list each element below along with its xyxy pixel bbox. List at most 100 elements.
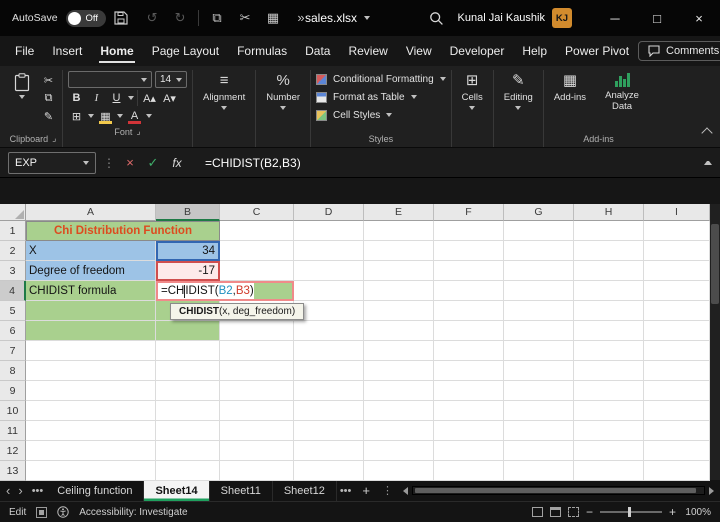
cell[interactable] [504,281,574,301]
column-header-b[interactable]: B [156,204,220,221]
cell[interactable] [574,301,644,321]
cell[interactable] [574,241,644,261]
cell[interactable] [434,221,504,241]
autosave-toggle[interactable]: Off [66,10,107,27]
cell[interactable] [294,421,364,441]
fill-color-icon[interactable]: ▦ [97,108,114,124]
dialog-launcher-icon[interactable]: ⌟ [52,133,56,144]
cell[interactable] [574,381,644,401]
cell-a3[interactable]: Degree of freedom [26,261,156,281]
tab-home[interactable]: Home [91,36,142,66]
cell[interactable] [220,221,294,241]
cell[interactable] [434,461,504,481]
cell[interactable] [364,321,434,341]
search-icon[interactable] [422,11,452,26]
cell[interactable] [220,381,294,401]
cell[interactable] [220,241,294,261]
cell[interactable] [504,401,574,421]
cell[interactable] [644,281,710,301]
accessibility-status[interactable]: Accessibility: Investigate [79,507,187,518]
cell[interactable] [294,281,364,301]
dialog-launcher-icon[interactable]: ⌟ [136,126,140,137]
row-header[interactable]: 12 [0,441,26,461]
cells-button[interactable]: ⊞ Cells [457,70,488,113]
cell[interactable] [504,361,574,381]
column-header-h[interactable]: H [574,204,644,221]
cell[interactable] [434,241,504,261]
page-break-view-icon[interactable] [568,507,579,517]
cell[interactable] [574,261,644,281]
alignment-button[interactable]: ≡ Alignment [198,70,250,113]
cell[interactable] [574,461,644,481]
row-header[interactable]: 11 [0,421,26,441]
maximize-button[interactable]: □ [636,0,678,36]
tab-splitter-icon[interactable]: ⋮ [378,480,397,501]
sheet-list-more-icon[interactable]: ••• [29,480,47,501]
row-header[interactable]: 10 [0,401,26,421]
cell[interactable] [220,341,294,361]
enter-icon[interactable]: ✓ [145,155,161,171]
close-button[interactable]: × [678,0,720,36]
cell[interactable] [364,241,434,261]
cell[interactable] [434,341,504,361]
collapse-ribbon-icon[interactable] [701,127,712,138]
cell[interactable] [364,461,434,481]
cell[interactable] [644,241,710,261]
cell[interactable] [364,341,434,361]
table-icon[interactable]: ▦ [263,8,283,28]
cell[interactable] [644,221,710,241]
column-header-c[interactable]: C [220,204,294,221]
select-all-corner[interactable] [0,204,26,221]
row-header[interactable]: 13 [0,461,26,481]
cell[interactable] [504,221,574,241]
cell-styles-button[interactable]: Cell Styles [316,106,392,124]
cell[interactable] [434,321,504,341]
cell[interactable] [644,401,710,421]
cell[interactable] [434,381,504,401]
undo-icon[interactable]: ↺ [142,8,162,28]
cell[interactable] [644,421,710,441]
font-color-icon[interactable]: A [126,108,143,124]
editing-button[interactable]: ✎ Editing [499,70,538,113]
cell[interactable] [294,221,364,241]
cell[interactable] [644,461,710,481]
cell[interactable] [26,461,156,481]
tab-view[interactable]: View [397,36,441,66]
cell[interactable] [26,401,156,421]
cell[interactable] [220,401,294,421]
tab-developer[interactable]: Developer [441,36,514,66]
cell[interactable] [504,461,574,481]
row-header[interactable]: 8 [0,361,26,381]
format-as-table-button[interactable]: Format as Table [316,88,417,106]
font-size-combo[interactable]: 14 [155,71,187,88]
cell-a6[interactable] [26,321,156,341]
cell-b4-edit-box[interactable]: =CH IDIST( B2 , B3 ) [156,281,294,301]
cell[interactable] [220,421,294,441]
cell[interactable] [364,281,434,301]
cell[interactable] [644,361,710,381]
row-header[interactable]: 3 [0,261,26,281]
sheet-tab-sheet14[interactable]: Sheet14 [144,480,209,501]
cell[interactable] [294,441,364,461]
cell[interactable] [574,421,644,441]
name-box-resizer[interactable]: ⋮ [103,156,115,170]
cell[interactable] [434,421,504,441]
row-header[interactable]: 1 [0,221,26,241]
name-box[interactable]: EXP [8,152,96,174]
tab-review[interactable]: Review [339,36,396,66]
cell[interactable] [156,381,220,401]
cell[interactable] [364,381,434,401]
cell[interactable] [156,341,220,361]
row-header[interactable]: 4 [0,281,26,301]
cell[interactable] [294,341,364,361]
cell[interactable] [644,381,710,401]
cell[interactable] [504,241,574,261]
cancel-icon[interactable]: × [122,155,138,170]
cell[interactable] [220,261,294,281]
cell[interactable] [644,441,710,461]
paste-button[interactable] [9,70,35,102]
comments-button[interactable]: Comments [638,41,720,61]
vertical-scrollbar-thumb[interactable] [711,224,719,304]
cell[interactable] [364,301,434,321]
row-header[interactable]: 5 [0,301,26,321]
